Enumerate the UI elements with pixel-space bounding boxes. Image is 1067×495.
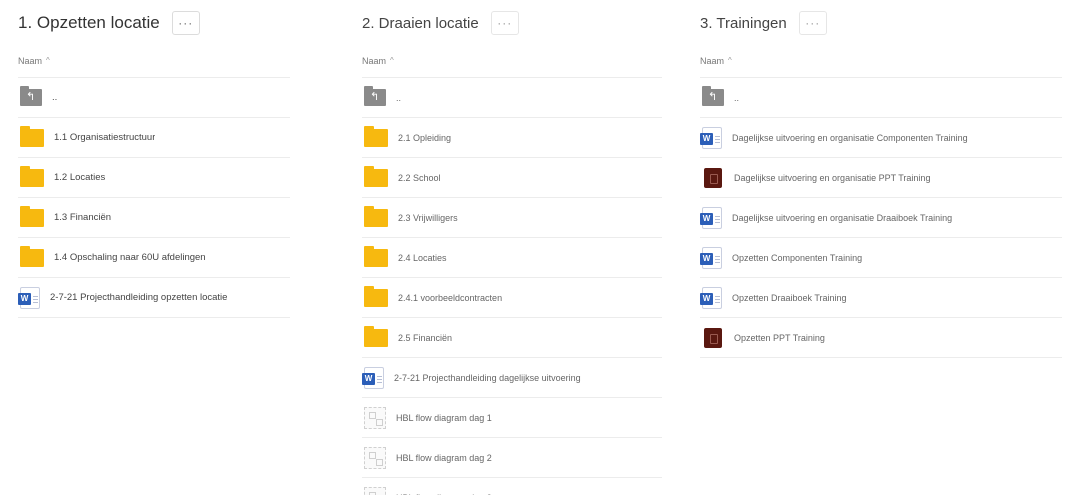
panel-title: 2. Draaien locatie bbox=[362, 14, 479, 32]
document-library-panel: 3. Trainingen ··· Naam ^ .. Dagelijkse u… bbox=[700, 0, 1062, 358]
folder-icon bbox=[20, 165, 44, 187]
folder-row[interactable]: 1.2 Locaties bbox=[18, 158, 290, 198]
file-row[interactable]: 2-7-21 Projecthandleiding opzetten locat… bbox=[18, 278, 290, 318]
column-header-label: Naam bbox=[700, 55, 725, 66]
folder-icon bbox=[364, 165, 388, 187]
panel-header: 3. Trainingen ··· bbox=[700, 2, 1062, 44]
sort-ascending-icon: ^ bbox=[46, 56, 50, 65]
item-label: Dagelijkse uitvoering en organisatie PPT… bbox=[734, 172, 931, 183]
sort-ascending-icon: ^ bbox=[390, 56, 394, 65]
item-label: Dagelijkse uitvoering en organisatie Dra… bbox=[732, 212, 953, 223]
file-row[interactable]: Dagelijkse uitvoering en organisatie PPT… bbox=[700, 158, 1062, 198]
file-row[interactable]: HBL flow diagram dag 3 bbox=[362, 478, 662, 495]
folder-up-icon bbox=[702, 86, 724, 106]
item-label: 2-7-21 Projecthandleiding dagelijkse uit… bbox=[394, 372, 581, 383]
folder-icon bbox=[20, 125, 44, 147]
item-label: Dagelijkse uitvoering en organisatie Com… bbox=[732, 132, 968, 143]
column-header-name[interactable]: Naam ^ bbox=[700, 44, 1062, 78]
column-header-label: Naam bbox=[362, 55, 387, 66]
file-row[interactable]: Dagelijkse uitvoering en organisatie Dra… bbox=[700, 198, 1062, 238]
word-document-icon bbox=[700, 246, 722, 269]
parent-folder-row[interactable]: .. bbox=[362, 78, 662, 118]
parent-folder-label: .. bbox=[52, 92, 58, 103]
file-row[interactable]: 2-7-21 Projecthandleiding dagelijkse uit… bbox=[362, 358, 662, 398]
panel-title: 3. Trainingen bbox=[700, 14, 787, 32]
file-list: Dagelijkse uitvoering en organisatie Com… bbox=[700, 118, 1062, 358]
item-label: 2.1 Opleiding bbox=[398, 132, 452, 143]
item-label: HBL flow diagram dag 1 bbox=[396, 412, 492, 423]
column-header-name[interactable]: Naam ^ bbox=[362, 44, 662, 78]
folder-icon bbox=[20, 245, 44, 267]
folder-up-icon bbox=[20, 86, 42, 106]
diagram-file-icon bbox=[364, 446, 386, 469]
more-options-button[interactable]: ··· bbox=[798, 11, 827, 35]
more-options-button[interactable]: ··· bbox=[171, 11, 200, 35]
file-list: 2.1 Opleiding 2.2 School 2.3 Vrijwilligers… bbox=[362, 118, 662, 495]
file-row[interactable]: Opzetten Componenten Training bbox=[700, 238, 1062, 278]
folder-icon bbox=[20, 205, 44, 227]
panel-header: 2. Draaien locatie ··· bbox=[362, 2, 662, 44]
folder-row[interactable]: 2.2 School bbox=[362, 158, 662, 198]
item-label: 1.1 Organisatiestructuur bbox=[54, 132, 156, 143]
item-label: 2-7-21 Projecthandleiding opzetten locat… bbox=[50, 292, 228, 303]
item-label: Opzetten Componenten Training bbox=[732, 252, 863, 263]
item-label: 1.3 Financiën bbox=[54, 212, 112, 223]
item-label: 1.4 Opschaling naar 60U afdelingen bbox=[54, 252, 206, 263]
word-document-icon bbox=[362, 366, 384, 389]
parent-folder-label: .. bbox=[396, 92, 402, 103]
folder-row[interactable]: 2.4 Locaties bbox=[362, 238, 662, 278]
word-document-icon bbox=[700, 206, 722, 229]
file-row[interactable]: Dagelijkse uitvoering en organisatie Com… bbox=[700, 118, 1062, 158]
folder-row[interactable]: 2.5 Financiën bbox=[362, 318, 662, 358]
folder-icon bbox=[364, 245, 388, 267]
sort-ascending-icon: ^ bbox=[728, 56, 732, 65]
folder-row[interactable]: 1.3 Financiën bbox=[18, 198, 290, 238]
folder-icon bbox=[364, 125, 388, 147]
folder-up-icon bbox=[364, 86, 386, 106]
word-document-icon bbox=[700, 286, 722, 309]
folder-row[interactable]: 2.1 Opleiding bbox=[362, 118, 662, 158]
column-header-name[interactable]: Naam ^ bbox=[18, 44, 290, 78]
panel-title: 1. Opzetten locatie bbox=[18, 13, 160, 32]
folder-icon bbox=[364, 325, 388, 347]
document-library-panel: 2. Draaien locatie ··· Naam ^ .. 2.1 Opl… bbox=[362, 0, 662, 495]
parent-folder-row[interactable]: .. bbox=[700, 78, 1062, 118]
document-library-panel: 1. Opzetten locatie ··· Naam ^ .. 1.1 Or… bbox=[18, 0, 290, 318]
item-label: 2.4.1 voorbeeldcontracten bbox=[398, 292, 503, 303]
item-label: Opzetten PPT Training bbox=[734, 332, 825, 343]
folder-icon bbox=[364, 205, 388, 227]
folder-row[interactable]: 1.4 Opschaling naar 60U afdelingen bbox=[18, 238, 290, 278]
panel-header: 1. Opzetten locatie ··· bbox=[18, 2, 290, 44]
item-label: Opzetten Draaiboek Training bbox=[732, 292, 847, 303]
file-list: 1.1 Organisatiestructuur 1.2 Locaties 1.3 … bbox=[18, 118, 290, 318]
item-label: 1.2 Locaties bbox=[54, 172, 106, 183]
column-header-label: Naam bbox=[18, 55, 43, 66]
item-label: 2.4 Locaties bbox=[398, 252, 447, 263]
item-label: 2.3 Vrijwilligers bbox=[398, 212, 458, 223]
folder-row[interactable]: 1.1 Organisatiestructuur bbox=[18, 118, 290, 158]
word-document-icon bbox=[700, 126, 722, 149]
diagram-file-icon bbox=[364, 486, 386, 495]
parent-folder-row[interactable]: .. bbox=[18, 78, 290, 118]
parent-folder-label: .. bbox=[734, 92, 740, 103]
folder-row[interactable]: 2.3 Vrijwilligers bbox=[362, 198, 662, 238]
folder-row[interactable]: 2.4.1 voorbeeldcontracten bbox=[362, 278, 662, 318]
diagram-file-icon bbox=[364, 406, 386, 429]
file-row[interactable]: HBL flow diagram dag 1 bbox=[362, 398, 662, 438]
item-label: 2.2 School bbox=[398, 172, 441, 183]
folder-icon bbox=[364, 285, 388, 307]
word-document-icon bbox=[18, 286, 40, 309]
file-row[interactable]: Opzetten Draaiboek Training bbox=[700, 278, 1062, 318]
powerpoint-file-icon bbox=[704, 327, 722, 348]
item-label: 2.5 Financiën bbox=[398, 332, 453, 343]
file-row[interactable]: Opzetten PPT Training bbox=[700, 318, 1062, 358]
item-label: HBL flow diagram dag 2 bbox=[396, 452, 492, 463]
more-options-button[interactable]: ··· bbox=[490, 11, 519, 35]
powerpoint-file-icon bbox=[704, 167, 722, 188]
file-row[interactable]: HBL flow diagram dag 2 bbox=[362, 438, 662, 478]
